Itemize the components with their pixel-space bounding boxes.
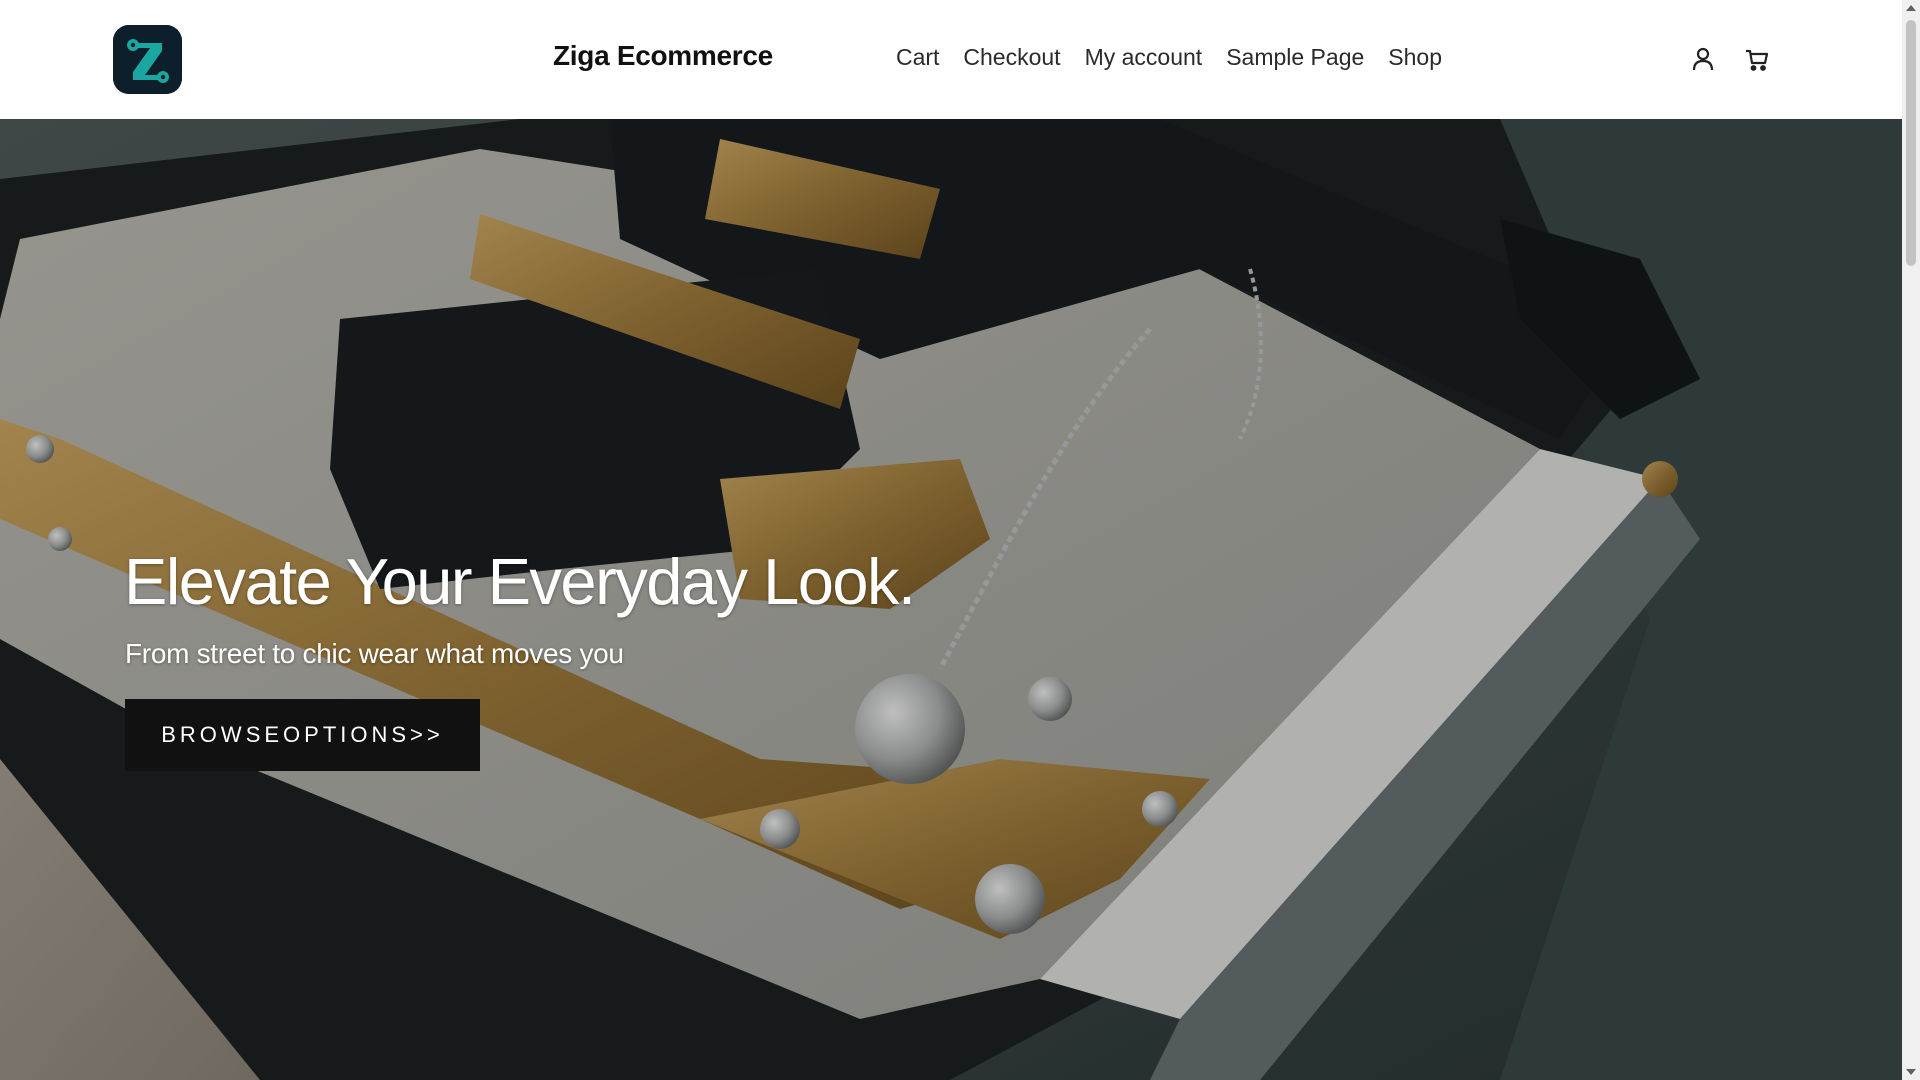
main-nav: Cart Checkout My account Sample Page Sho… <box>896 44 1442 71</box>
site-header: Ziga Ecommerce Cart Checkout My account … <box>0 0 1902 119</box>
site-title[interactable]: Ziga Ecommerce <box>553 40 773 72</box>
logo-z-icon <box>113 25 182 94</box>
nav-cart[interactable]: Cart <box>896 44 939 71</box>
hero-banner: Elevate Your Everyday Look. From street … <box>0 119 1902 1080</box>
nav-my-account[interactable]: My account <box>1085 44 1203 71</box>
header-icons <box>1688 44 1772 74</box>
cart-icon[interactable] <box>1742 44 1772 74</box>
scroll-down-arrow-icon[interactable] <box>1906 1069 1916 1075</box>
nav-checkout[interactable]: Checkout <box>963 44 1060 71</box>
browse-options-button[interactable]: BROWSEOPTIONS>> <box>125 699 480 771</box>
page-scrollbar[interactable] <box>1902 0 1920 1080</box>
scroll-up-arrow-icon[interactable] <box>1906 5 1916 11</box>
nav-shop[interactable]: Shop <box>1388 44 1442 71</box>
hero-subtitle: From street to chic wear what moves you <box>125 638 624 669</box>
scroll-thumb[interactable] <box>1906 20 1916 266</box>
site-logo[interactable] <box>113 25 182 94</box>
user-icon[interactable] <box>1688 44 1718 74</box>
hero-title: Elevate Your Everyday Look. <box>124 545 916 618</box>
nav-sample-page[interactable]: Sample Page <box>1226 44 1364 71</box>
